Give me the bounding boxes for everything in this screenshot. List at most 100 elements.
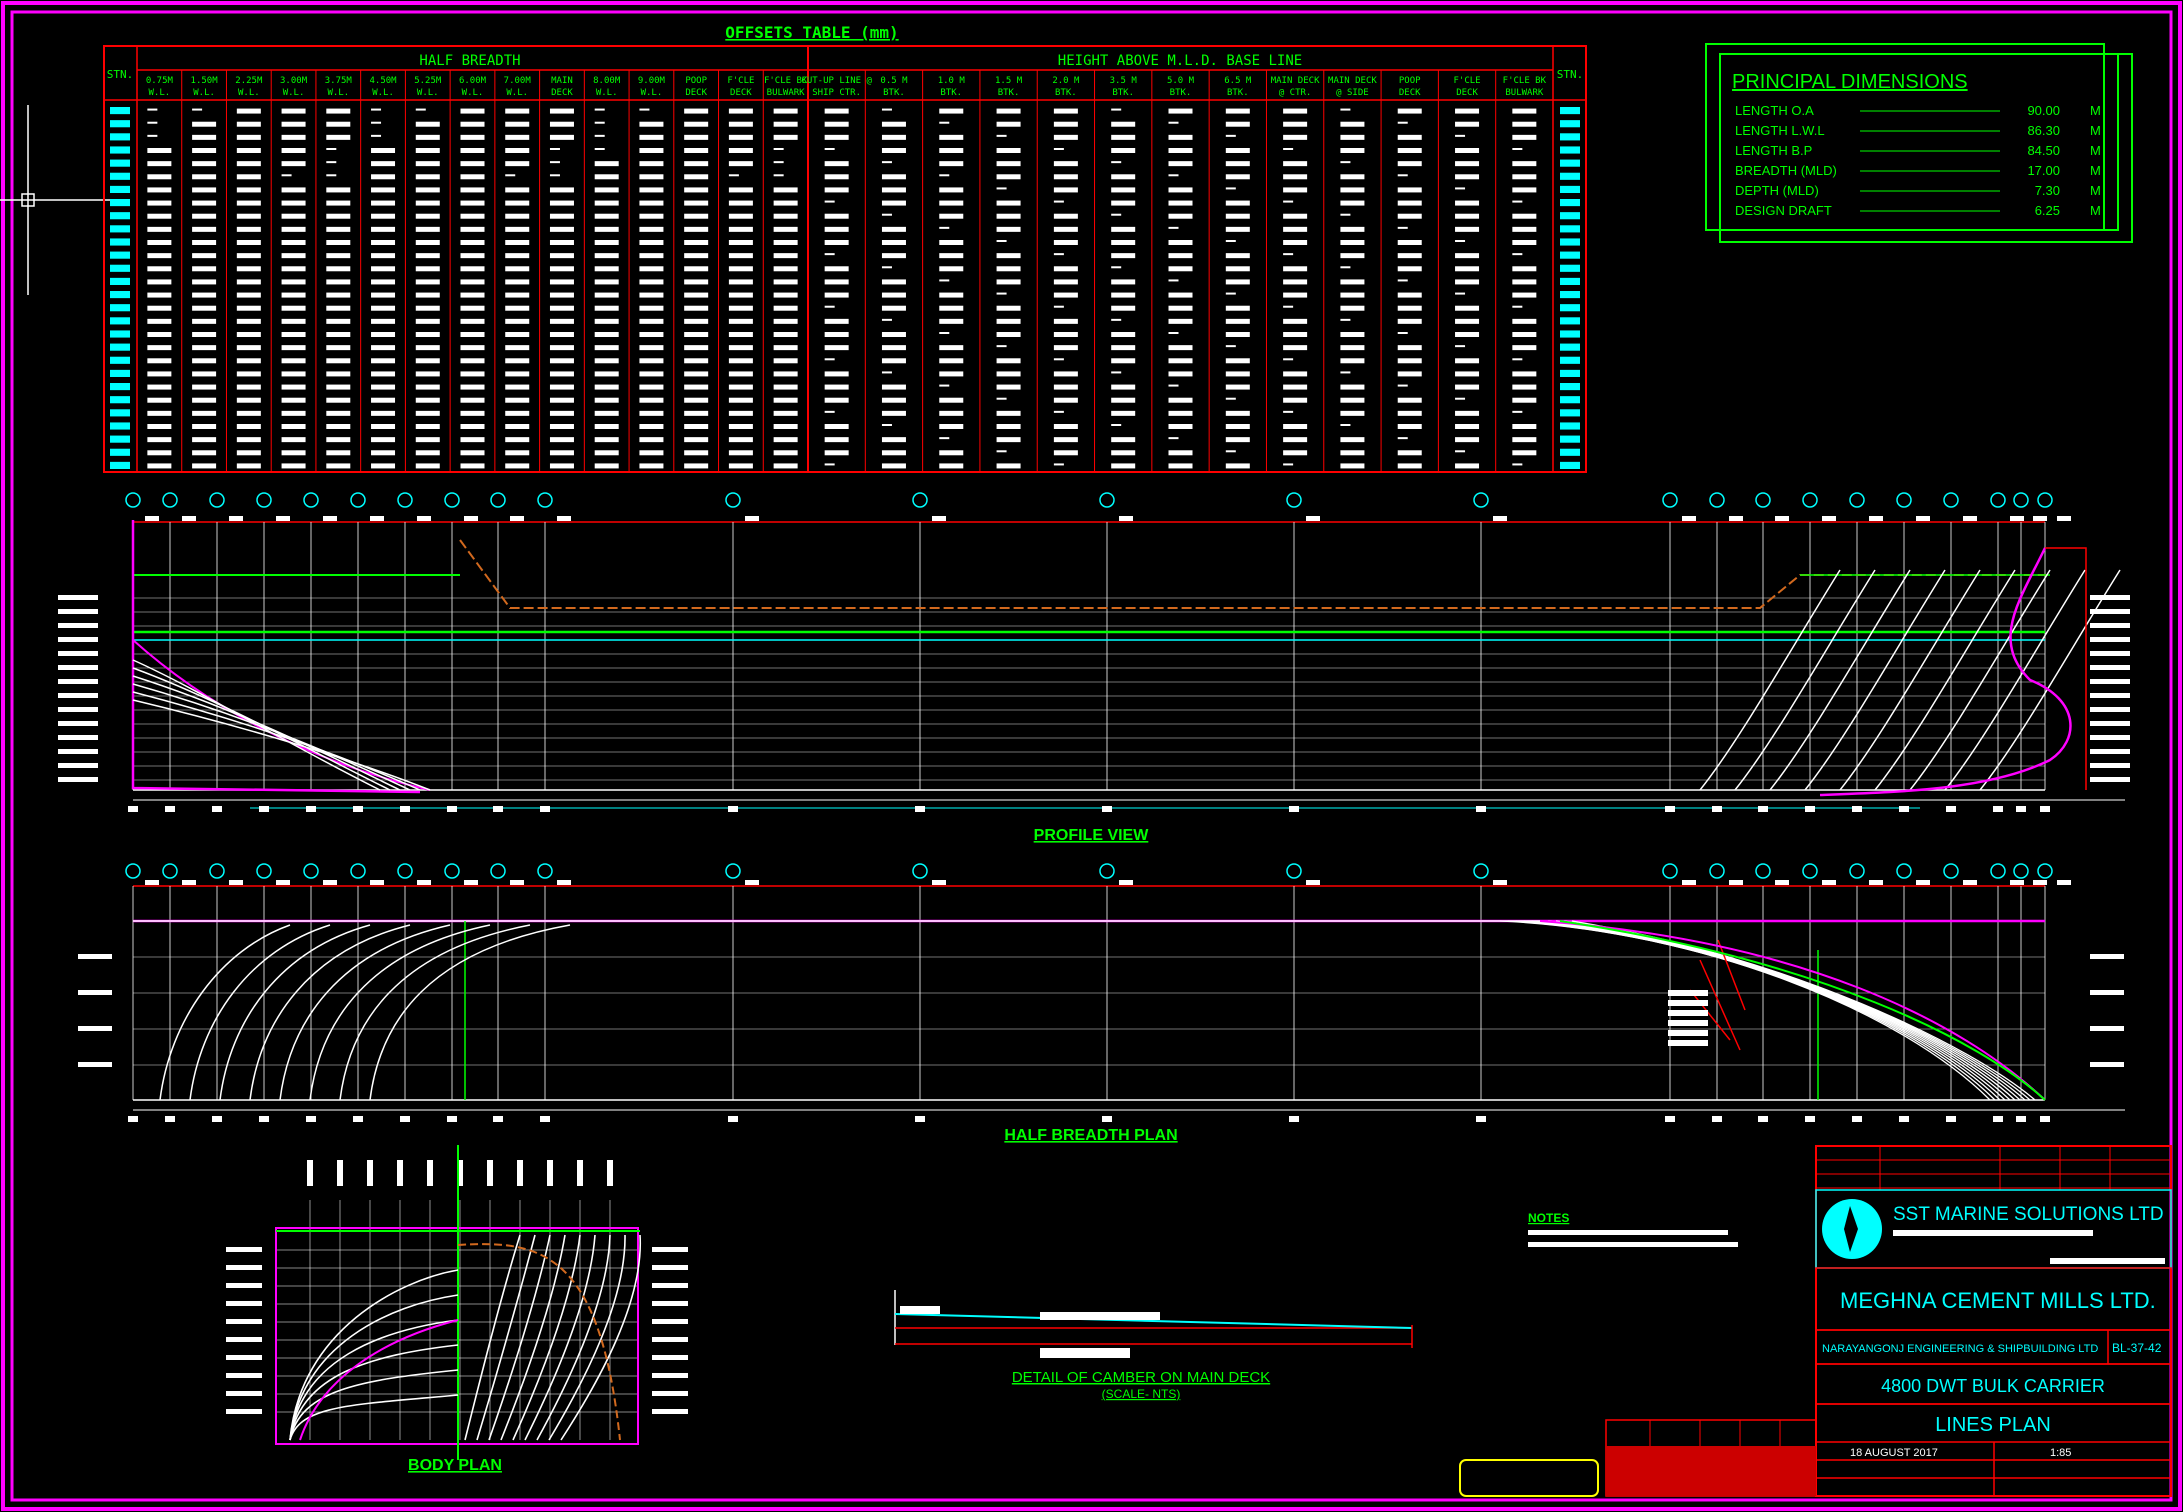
- table-cell: [147, 161, 172, 167]
- table-cell: [326, 358, 351, 364]
- table-cell: [192, 187, 217, 193]
- table-cell: [639, 279, 664, 285]
- station-marker: [444, 492, 460, 508]
- table-cell: [371, 371, 396, 377]
- table-cell: [996, 450, 1007, 453]
- table-cell: [1397, 240, 1422, 245]
- station-marker: [1849, 492, 1865, 508]
- table-cell: [281, 358, 306, 364]
- table-row-stn: [1560, 251, 1580, 259]
- table-cell: [1053, 358, 1064, 361]
- table-cell: [549, 121, 574, 127]
- table-cell: [1512, 174, 1537, 180]
- table-cell: [684, 318, 709, 324]
- table-cell: [1455, 200, 1480, 206]
- table-row-stn: [110, 461, 130, 469]
- table-cell: [1340, 358, 1365, 364]
- table-cell: [1283, 450, 1308, 456]
- half-breadth-col-header: 0.75M: [146, 76, 174, 86]
- table-cell: [1111, 292, 1136, 298]
- table-cell: [773, 226, 798, 232]
- table-cell: [371, 121, 382, 124]
- table-cell: [460, 305, 485, 311]
- table-cell: [1283, 253, 1294, 256]
- table-cell: [1512, 371, 1537, 377]
- table-cell: [415, 279, 440, 285]
- table-cell: [881, 332, 906, 337]
- table-cell: [505, 424, 530, 429]
- table-cell: [371, 424, 396, 429]
- table-cell: [824, 437, 849, 443]
- table-cell: [1283, 240, 1308, 245]
- table-cell: [326, 424, 351, 429]
- camber-detail: DETAIL OF CAMBER ON MAIN DECK (SCALE- NT…: [894, 1290, 1413, 1401]
- offsets-table-title: OFFSETS TABLE (mm): [725, 23, 898, 42]
- table-cell: [549, 332, 574, 337]
- table-cell: [881, 253, 906, 259]
- table-cell: [1111, 187, 1136, 193]
- table-cell: [939, 397, 964, 403]
- half-breadth-header: HALF BREADTH: [419, 53, 520, 69]
- table-cell: [505, 121, 530, 127]
- table-cell: [684, 226, 709, 232]
- half-breadth-col-header: W.L.: [506, 88, 528, 98]
- table-cell: [505, 450, 530, 456]
- table-cell: [1397, 318, 1422, 324]
- table-cell: [1397, 266, 1422, 272]
- table-cell: [326, 148, 337, 150]
- table-cell: [460, 187, 485, 193]
- table-cell: [996, 266, 1021, 272]
- table-cell: [281, 437, 306, 443]
- table-cell: [1225, 213, 1250, 219]
- table-cell: [371, 292, 396, 298]
- dimension-unit: M: [2090, 203, 2101, 218]
- table-cell: [236, 187, 261, 193]
- table-cell: [881, 148, 906, 153]
- table-cell: [415, 305, 440, 311]
- table-cell: [1053, 332, 1078, 337]
- table-cell: [1111, 200, 1136, 206]
- drawing-number: BL-37-42: [2112, 1341, 2162, 1355]
- table-cell: [1225, 332, 1250, 337]
- table-cell: [1455, 148, 1480, 153]
- station-marker: [1662, 492, 1678, 508]
- table-cell: [1053, 121, 1078, 127]
- height-col-header: BTK.: [940, 88, 962, 98]
- table-cell: [1397, 279, 1408, 282]
- table-cell: [996, 121, 1021, 127]
- table-cell: [326, 371, 351, 377]
- table-cell: [1283, 371, 1308, 377]
- table-cell: [996, 463, 1021, 469]
- table-cell: [1168, 240, 1193, 245]
- table-cell: [326, 437, 351, 443]
- table-cell: [939, 213, 964, 219]
- station-marker: [2013, 863, 2029, 879]
- table-cell: [939, 437, 950, 440]
- station-marker: [1802, 863, 1818, 879]
- table-cell: [326, 200, 351, 206]
- table-cell: [1397, 148, 1422, 153]
- table-cell: [824, 213, 849, 219]
- table-cell: [1225, 161, 1250, 167]
- table-cell: [1397, 305, 1422, 311]
- table-cell: [1397, 358, 1422, 364]
- table-cell: [460, 318, 485, 324]
- table-cell: [371, 266, 396, 272]
- table-cell: [147, 240, 172, 245]
- table-row-stn: [1560, 185, 1580, 193]
- table-cell: [1168, 134, 1193, 140]
- table-cell: [1512, 345, 1537, 351]
- table-cell: [639, 200, 664, 206]
- table-cell: [147, 437, 172, 443]
- station-marker: [162, 492, 178, 508]
- table-cell: [1053, 318, 1078, 324]
- table-cell: [236, 358, 261, 364]
- table-cell: [505, 148, 530, 153]
- table-cell: [1168, 213, 1193, 219]
- table-cell: [1512, 410, 1523, 413]
- table-cell: [1225, 240, 1236, 242]
- table-cell: [236, 213, 261, 219]
- table-cell: [415, 266, 440, 272]
- table-row-stn: [110, 435, 130, 443]
- table-cell: [236, 345, 261, 351]
